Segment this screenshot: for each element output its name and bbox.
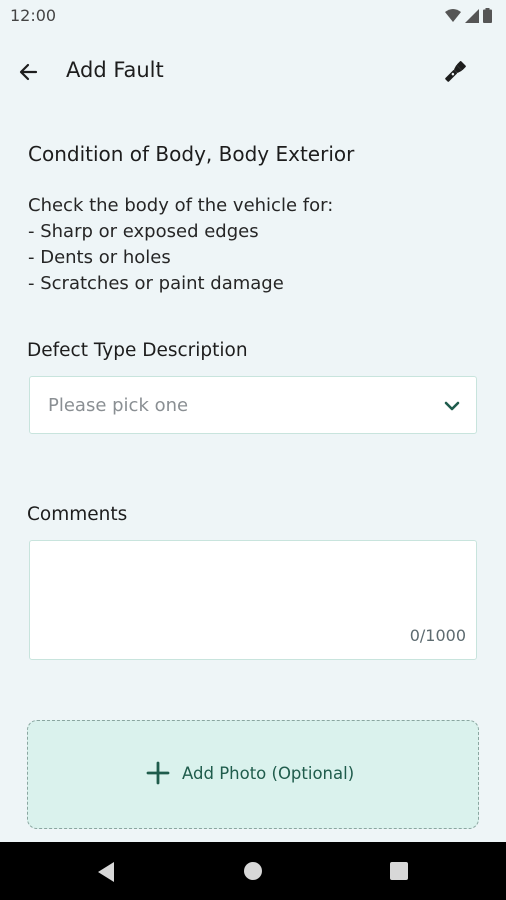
- defect-type-label: Defect Type Description: [27, 340, 248, 361]
- add-photo-button[interactable]: Add Photo (Optional): [27, 720, 479, 829]
- status-time: 12:00: [10, 6, 57, 25]
- instruction-line: Check the body of the vehicle for:: [28, 195, 334, 216]
- plus-icon: [146, 761, 170, 785]
- back-button[interactable]: [14, 57, 44, 87]
- defect-type-placeholder: Please pick one: [48, 395, 189, 416]
- app-bar: Add Fault: [0, 44, 506, 100]
- wifi-icon: [445, 8, 461, 22]
- signal-icon: [465, 8, 479, 23]
- add-photo-label: Add Photo (Optional): [182, 763, 355, 783]
- section-heading: Condition of Body, Body Exterior: [28, 142, 355, 166]
- instruction-line: - Dents or holes: [28, 247, 171, 268]
- status-bar: 12:00: [0, 0, 506, 32]
- system-nav-bar: [0, 842, 506, 900]
- status-icons: [445, 8, 492, 23]
- nav-back-icon[interactable]: [96, 861, 116, 883]
- flashlight-icon: [445, 61, 466, 82]
- comments-field[interactable]: 0/1000: [29, 540, 477, 660]
- defect-type-select[interactable]: Please pick one: [29, 376, 477, 434]
- nav-recents-icon[interactable]: [390, 862, 408, 880]
- instruction-line: - Scratches or paint damage: [28, 273, 284, 294]
- arrow-left-icon: [19, 63, 38, 81]
- flashlight-button[interactable]: [440, 57, 470, 87]
- chevron-down-icon: [444, 401, 460, 411]
- nav-home-icon[interactable]: [244, 862, 262, 880]
- battery-icon: [483, 8, 492, 23]
- page-title: Add Fault: [66, 58, 164, 82]
- add-photo-content: Add Photo (Optional): [146, 761, 354, 785]
- instruction-line: - Sharp or exposed edges: [28, 221, 259, 242]
- instructions: Check the body of the vehicle for: - Sha…: [28, 193, 333, 297]
- char-count: 0/1000: [409, 626, 466, 645]
- comments-label: Comments: [27, 504, 128, 525]
